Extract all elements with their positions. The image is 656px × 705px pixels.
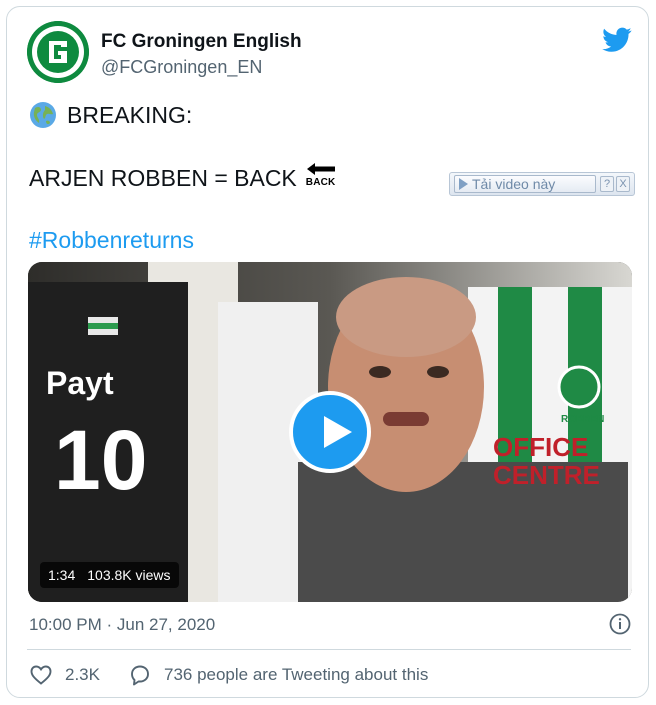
video-views: 103.8K views <box>87 567 171 583</box>
back-arrow-emoji-icon: BACK <box>305 161 339 191</box>
avatar[interactable] <box>27 21 89 83</box>
heart-icon <box>30 665 52 685</box>
play-triangle-icon <box>459 178 468 190</box>
hashtag-link[interactable]: #Robbenreturns <box>29 227 194 254</box>
fc-groningen-logo-icon <box>27 21 89 83</box>
author-display-name[interactable]: FC Groningen English <box>101 31 302 53</box>
divider <box>27 649 631 650</box>
conversation-button[interactable]: 736 people are Tweeting about this <box>128 663 428 687</box>
video-player[interactable]: Payt 10 OFFICE CENTRE ROBBEN 1:34 103.8K… <box>28 262 632 602</box>
globe-emoji-icon <box>30 102 56 128</box>
video-stats-overlay: 1:34 103.8K views <box>40 562 179 588</box>
video-duration: 1:34 <box>48 567 76 583</box>
like-count: 2.3K <box>65 665 100 684</box>
like-button[interactable]: 2.3K <box>29 663 100 687</box>
jersey-sponsor-left: Payt <box>46 365 114 401</box>
speech-bubble-icon <box>131 665 149 686</box>
conversation-text: 736 people are Tweeting about this <box>163 665 429 684</box>
twitter-bird-icon[interactable] <box>602 27 632 53</box>
download-close-button[interactable]: X <box>616 176 630 192</box>
breaking-text: BREAKING: <box>67 101 193 128</box>
info-icon[interactable] <box>609 613 631 635</box>
robben-back-text: ARJEN ROBBEN = BACK <box>29 165 297 191</box>
tweet-line-breaking: BREAKING: <box>29 101 192 129</box>
tweet-timestamp[interactable]: 10:00 PM · Jun 27, 2020 <box>29 615 215 635</box>
jersey-sponsor-right-line1: OFFICE <box>493 432 589 462</box>
author-handle[interactable]: @FCGroningen_EN <box>101 57 262 78</box>
download-video-button[interactable]: Tải video này <box>454 175 596 193</box>
jersey-sponsor-right-line2: CENTRE <box>493 460 600 490</box>
download-video-label: Tải video này <box>472 176 556 192</box>
back-emoji-text: BACK <box>305 177 336 188</box>
download-help-button[interactable]: ? <box>600 176 614 192</box>
jersey-number: 10 <box>54 413 148 507</box>
jersey-name-right: ROBBEN <box>561 414 605 425</box>
video-play-button[interactable] <box>289 391 371 473</box>
tweet-actions: 2.3K 736 people are Tweeting about this <box>29 663 428 687</box>
tweet-card[interactable]: FC Groningen English @FCGroningen_EN BRE… <box>6 6 649 698</box>
video-download-overlay: Tải video này ? X <box>449 172 635 196</box>
tweet-line-robben-back: ARJEN ROBBEN = BACK BACK <box>29 163 339 192</box>
